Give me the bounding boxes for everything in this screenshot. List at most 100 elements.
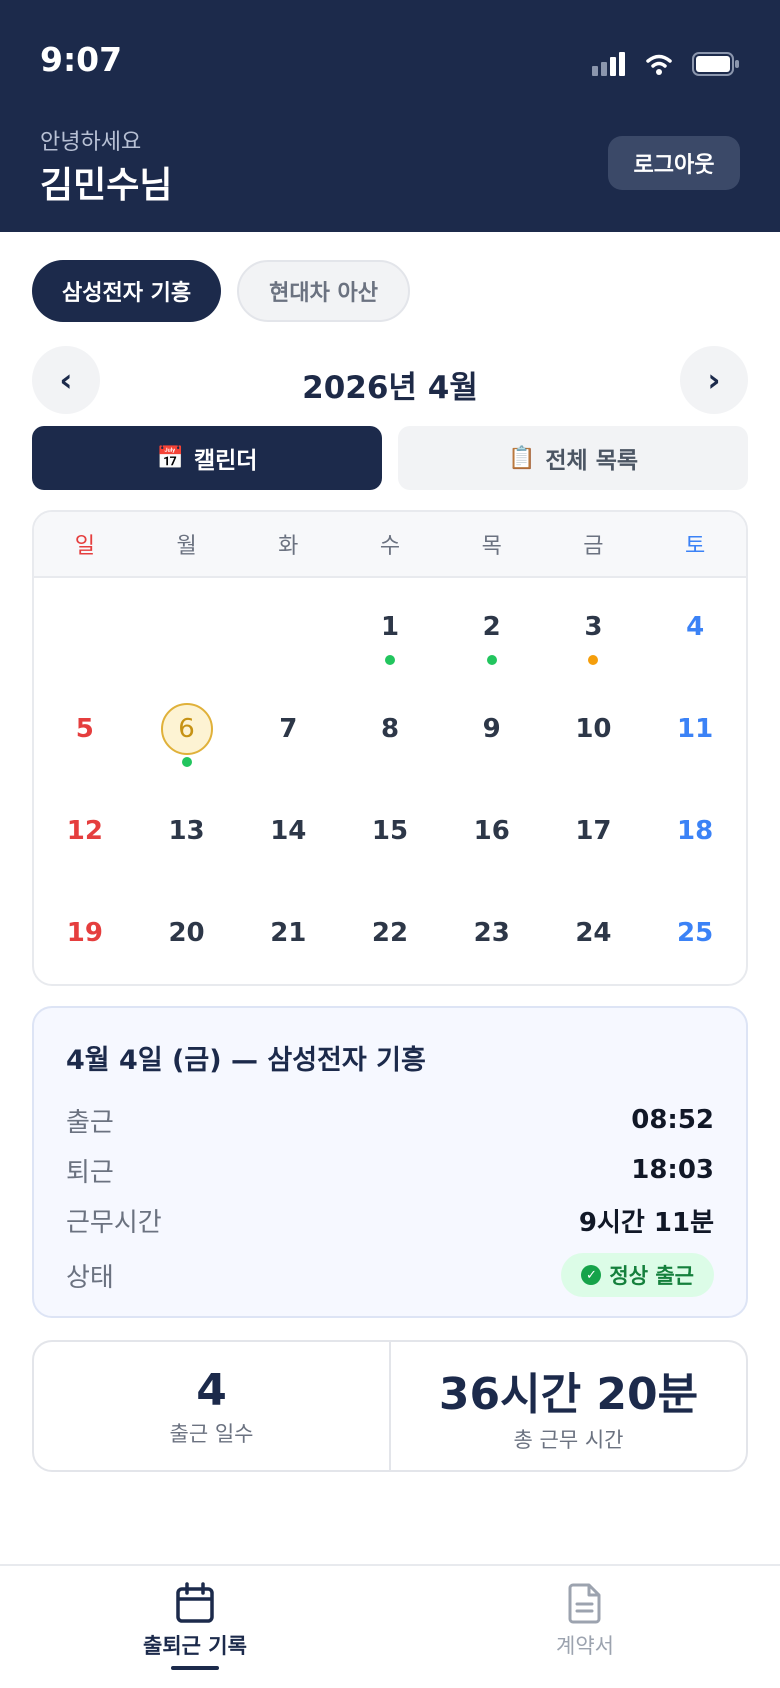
detail-title: 4월 4일 (금) — 삼성전자 기흥 (66, 1045, 426, 1076)
calendar-day-number: 25 (677, 918, 714, 948)
calendar-day[interactable]: 24 (543, 888, 645, 984)
calendar-day[interactable]: 13 (136, 786, 238, 888)
workplace-tab-hyundai[interactable]: 현대차 아산 (237, 260, 410, 322)
weekday-label: 일 (74, 534, 95, 559)
calendar-day[interactable]: 7 (237, 684, 339, 786)
user-name: 김민수님 (40, 165, 173, 206)
tab-attendance[interactable]: 출퇴근 기록 (0, 1566, 390, 1688)
total-worktime-value: 36시간 20분 (438, 1369, 699, 1420)
weekday-label: 수 (379, 534, 401, 559)
dot-spacer (385, 961, 395, 971)
calendar-day-number: 19 (66, 918, 103, 948)
calendar-empty-cell (34, 582, 136, 684)
calendar-day[interactable]: 4 (644, 582, 746, 684)
calendar-day[interactable]: 15 (339, 786, 441, 888)
calendar-day-number: 20 (168, 918, 205, 948)
calendar-day[interactable]: 1 (339, 582, 441, 684)
dot-spacer (283, 757, 293, 767)
checkout-row: 퇴근 18:03 (66, 1145, 714, 1195)
checkin-value: 08:52 (631, 1105, 714, 1135)
summary-stats: 4 출근 일수 36시간 20분 총 근무 시간 (32, 1340, 748, 1472)
calendar-day[interactable]: 6 (136, 684, 238, 786)
calendar-day[interactable]: 25 (644, 888, 746, 984)
dot-spacer (588, 961, 598, 971)
dot-spacer (385, 757, 395, 767)
weekday-label: 월 (176, 534, 197, 559)
status-row: 상태 ✓ 정상 출근 (66, 1245, 714, 1305)
calendar-day[interactable]: 9 (441, 684, 543, 786)
calendar-grid: 1 2 3 4 5 6 7 8 9 10 11 12 13 14 15 16 17 18 19 20 21 22 23 24 2… (34, 578, 746, 984)
calendar-day[interactable]: 19 (34, 888, 136, 984)
calendar-view-label: 캘린더 (193, 448, 258, 474)
calendar-day[interactable]: 8 (339, 684, 441, 786)
wifi-icon (646, 54, 672, 75)
attendance-dot (181, 757, 192, 767)
weekday-label: 화 (278, 534, 299, 559)
calendar-view-button[interactable]: 📅 캘린더 (32, 426, 382, 490)
status-badge: ✓ 정상 출근 (561, 1253, 714, 1297)
dot-spacer (588, 757, 598, 767)
calendar-day-number: 9 (482, 714, 501, 744)
worktime-label: 근무시간 (66, 1207, 162, 1238)
calendar-day-number: 13 (168, 816, 205, 846)
calendar-day[interactable]: 2 (441, 582, 543, 684)
calendar-day[interactable]: 21 (237, 888, 339, 984)
calendar-day[interactable]: 3 (543, 582, 645, 684)
calendar: 일 월 화 수 목 금 토 1 2 3 4 5 6 7 8 9 10 11 12 13 14 15 16 17 1… (32, 510, 748, 986)
day-detail-card: 4월 4일 (금) — 삼성전자 기흥 출근 08:52 퇴근 18:03 근무… (32, 1006, 748, 1318)
calendar-day[interactable]: 23 (441, 888, 543, 984)
month-title: 2026년 4월 (302, 370, 478, 406)
attendance-dot (486, 655, 497, 665)
dot-spacer (487, 961, 497, 971)
calendar-day[interactable]: 5 (34, 684, 136, 786)
workplace-tab-samsung[interactable]: 삼성전자 기흥 (32, 260, 222, 322)
calendar-day-number: 17 (575, 816, 612, 846)
calendar-empty-cell (136, 582, 238, 684)
calendar-day[interactable]: 18 (644, 786, 746, 888)
calendar-day-number: 23 (473, 918, 510, 948)
calendar-day-number: 22 (371, 918, 409, 948)
calendar-day-number: 8 (380, 714, 400, 744)
dot-spacer (283, 961, 293, 971)
calendar-day-number: 14 (270, 816, 307, 846)
calendar-day[interactable]: 20 (136, 888, 238, 984)
status-value: 정상 출근 (609, 1264, 694, 1288)
calendar-day-number: 3 (584, 612, 603, 642)
next-month-button[interactable]: › (680, 346, 748, 414)
dot-spacer (690, 757, 700, 767)
calendar-day[interactable]: 16 (441, 786, 543, 888)
calendar-day-number: 21 (270, 918, 307, 948)
dot-spacer (690, 859, 700, 869)
worktime-value: 9시간 11분 (578, 1207, 714, 1238)
dot-spacer (588, 859, 598, 869)
calendar-day[interactable]: 17 (543, 786, 645, 888)
status-label: 상태 (66, 1262, 114, 1293)
list-view-button[interactable]: 📋 전체 목록 (398, 426, 748, 490)
dot-spacer (182, 859, 192, 869)
dot-spacer (182, 961, 192, 971)
weekday-label: 토 (685, 534, 706, 559)
status-icons (592, 52, 740, 76)
calendar-day[interactable]: 14 (237, 786, 339, 888)
calendar-day[interactable]: 12 (34, 786, 136, 888)
calendar-day[interactable]: 22 (339, 888, 441, 984)
calendar-day[interactable]: 11 (644, 684, 746, 786)
tab-contract[interactable]: 계약서 (390, 1566, 780, 1688)
dot-spacer (487, 757, 497, 767)
attendance-days-value: 4 (196, 1364, 227, 1416)
greeting: 안녕하세요 (40, 130, 142, 155)
calendar-day[interactable]: 10 (543, 684, 645, 786)
logout-button[interactable]: 로그아웃 (608, 136, 740, 190)
workplace-tabs: 삼성전자 기흥 현대차 아산 (32, 260, 410, 322)
weekday-label: 목 (481, 534, 502, 559)
calendar-day-number: 12 (66, 816, 103, 846)
signal-icon (592, 52, 625, 76)
calendar-icon (176, 1582, 214, 1623)
dot-spacer (80, 961, 90, 971)
calendar-day-number: 10 (575, 714, 612, 744)
calendar-day-number: 7 (279, 714, 298, 744)
tab-contract-label: 계약서 (556, 1634, 614, 1658)
status-time: 9:07 (40, 40, 123, 79)
dot-spacer (690, 655, 700, 665)
month-navigation: ‹ 2026년 4월 › (32, 346, 748, 414)
